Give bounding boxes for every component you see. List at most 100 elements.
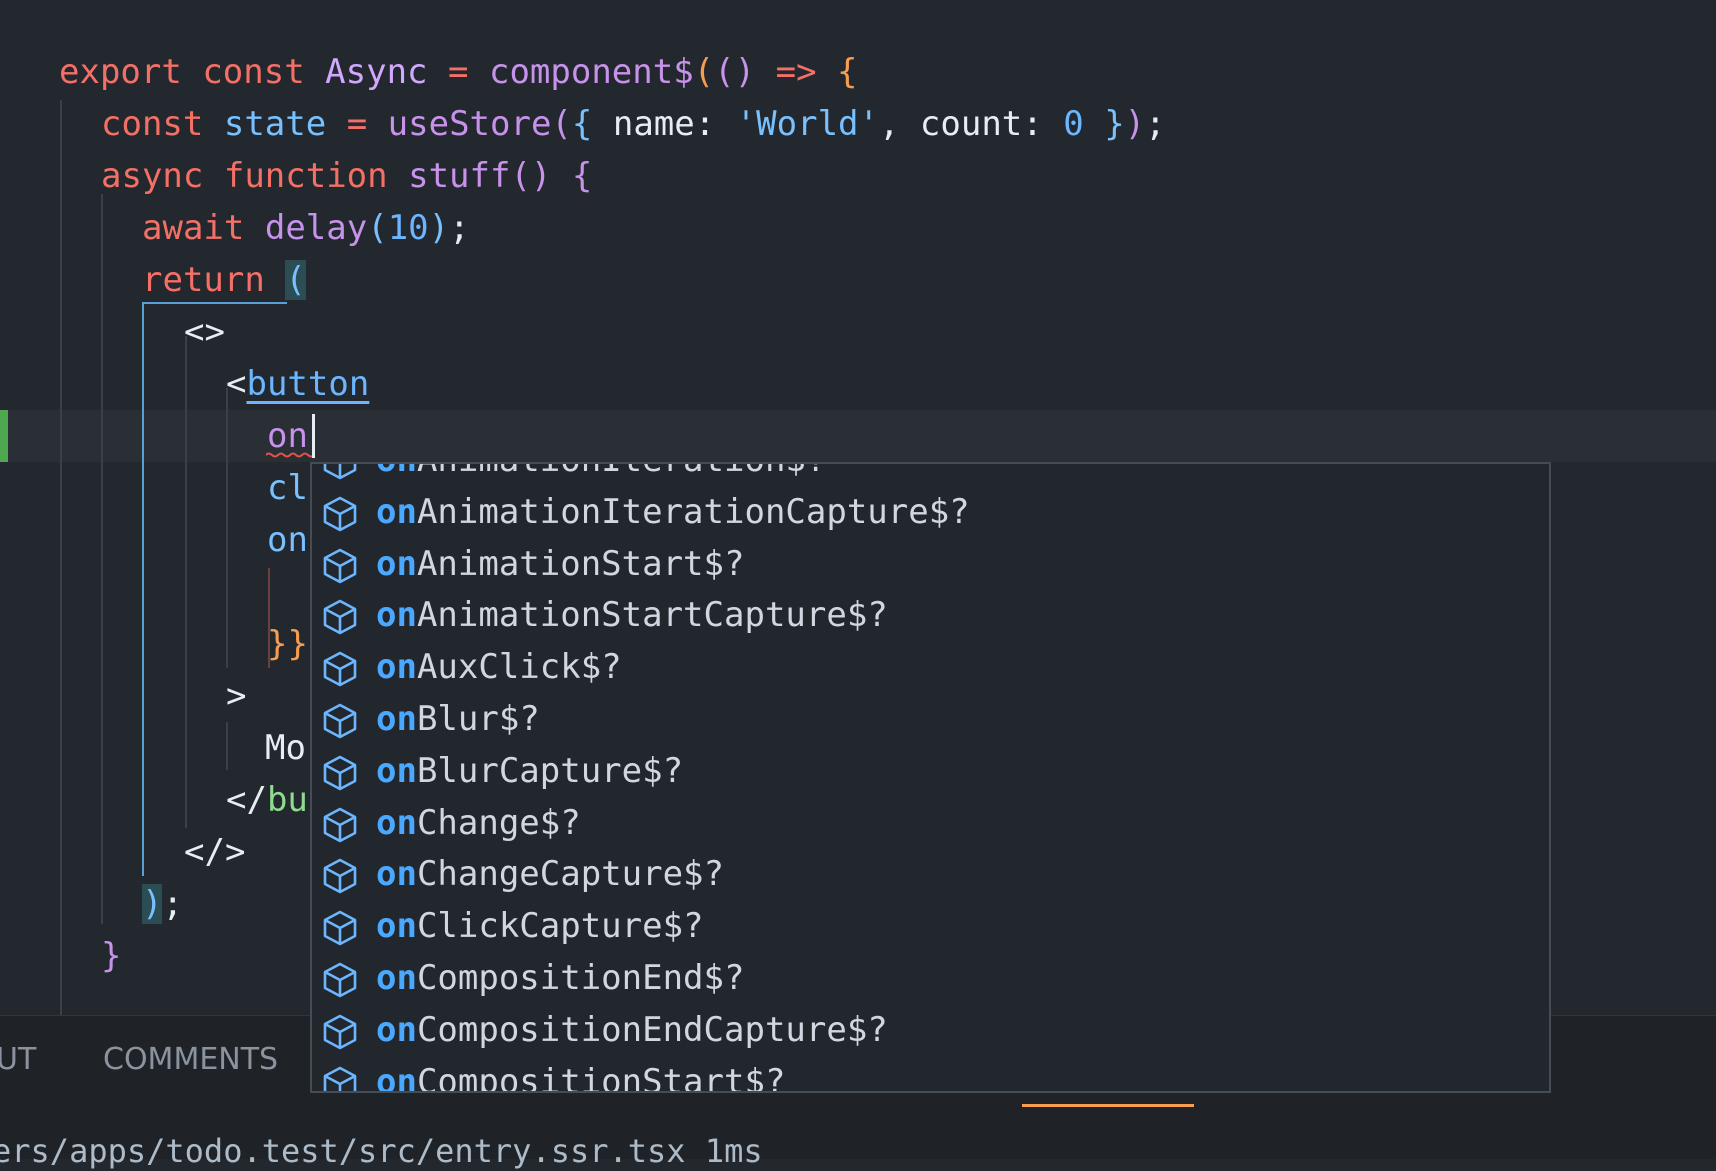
suggest-item[interactable]: onChange$? [312,797,1549,849]
indent-guide [185,336,187,828]
code-line[interactable]: }} [267,618,308,670]
suggest-item-label: onClickCapture$? [376,900,704,952]
cube-icon [320,494,360,534]
suggest-item-rest: ClickCapture$? [416,906,704,947]
suggest-item[interactable]: onBlurCapture$? [312,745,1549,797]
timing: 1ms [704,1132,763,1170]
suggest-match-highlight: on [376,491,417,532]
suggest-item[interactable]: onAnimationStartCapture$? [312,589,1549,641]
code-line[interactable]: } [101,930,121,982]
code-token: component$ [488,52,694,92]
code-token: { [571,104,593,144]
cube-icon [320,753,360,793]
code-line[interactable]: cl [267,462,308,514]
tab-output[interactable]: UT [0,1040,36,1080]
suggest-item[interactable]: onCompositionEnd$? [312,952,1549,1004]
code-token: ( [693,52,715,92]
code-token: const [202,52,305,92]
suggest-item-rest: AuxClick$? [416,647,622,688]
cube-icon [320,908,360,948]
code-line[interactable]: const state = useStore({ name: 'World', … [101,98,1166,150]
suggest-item-rest: Change$? [416,802,581,843]
code-token: async [101,156,204,196]
suggest-match-highlight: on [376,1009,417,1050]
code-token: return [142,260,265,300]
suggest-item[interactable]: onAnimationIteration$? [312,464,1549,486]
suggest-item[interactable]: onChangeCapture$? [312,848,1549,900]
suggest-item-rest: BlurCapture$? [416,750,684,791]
suggest-match-highlight: on [376,699,417,739]
suggest-match-highlight: on [376,906,417,947]
code-token: <> [184,312,225,352]
suggest-item-rest: AnimationIterationCapture$? [416,491,970,532]
code-token: function [223,156,388,196]
indent-guide [226,722,228,770]
suggest-item-rest: Blur$? [416,699,540,739]
suggest-match-highlight: on [376,595,417,636]
suggest-item[interactable]: onAnimationIterationCapture$? [312,486,1549,538]
cube-icon [320,960,360,1000]
code-token: </ [226,780,267,820]
cube-icon [320,597,360,637]
suggest-item[interactable]: onClickCapture$? [312,900,1549,952]
code-line[interactable]: export const Async = component$(() => { [59,46,858,98]
suggest-item-label: onBlurCapture$? [376,745,683,797]
code-token: { [571,156,593,196]
cube-icon [320,649,360,689]
code-token: useStore [387,104,552,144]
code-token: ) [142,884,163,924]
suggest-item-label: onAnimationStartCapture$? [376,589,888,641]
suggest-item[interactable]: onCompositionEndCapture$? [312,1004,1549,1056]
suggest-item[interactable]: onCompositionStart$? [312,1056,1549,1093]
code-token: ( [285,260,306,300]
terminal-output-line: ers/apps/todo.test/src/entry.ssr.tsx 1ms [0,1131,763,1171]
code-line[interactable]: <button [226,358,369,410]
indent-guide [101,194,103,924]
suggest-item[interactable]: onAnimationStart$? [312,538,1549,590]
suggest-item[interactable]: onAuxClick$? [312,641,1549,693]
code-line[interactable]: async function stuff() { [101,150,592,202]
code-token: export [59,52,182,92]
tab-comments[interactable]: COMMENTS [103,1040,278,1080]
code-token: delay [264,208,368,248]
suggest-item-label: onChange$? [376,797,581,849]
suggest-item-rest: ChangeCapture$? [416,854,724,895]
suggest-item-rest: AnimationIteration$? [417,464,826,480]
code-line[interactable]: on [267,514,308,566]
code-token: ( [367,208,388,248]
code-token: name: [592,104,736,144]
code-line[interactable]: </> [184,826,245,878]
code-token: on [267,416,308,456]
code-token: ; [162,884,183,924]
code-line[interactable]: await delay(10); [142,202,470,254]
active-tab-indicator [1022,1104,1194,1107]
indent-guide [60,100,62,1015]
suggest-match-highlight: on [376,543,417,584]
code-token: , count: [878,104,1064,144]
code-token: state [223,104,327,144]
suggest-widget[interactable]: onAnimationIteration$?onAnimationIterati… [310,462,1551,1093]
code-token: } [1104,104,1125,144]
code-line[interactable]: </bu [226,774,308,826]
code-token: button [246,364,370,404]
code-token: < [226,364,247,404]
suggest-item-label: onAnimationIterationCapture$? [376,486,970,538]
code-token: Async [325,52,428,92]
code-line[interactable]: ); [142,878,183,930]
code-token: }} [267,624,308,664]
code-line[interactable]: > [226,670,246,722]
code-line[interactable]: <> [184,306,225,358]
suggest-item-label: onCompositionEndCapture$? [376,1004,888,1056]
code-line[interactable]: Mo [265,722,306,774]
cube-icon [320,1012,360,1052]
suggest-match-highlight: on [376,1061,417,1093]
current-line-highlight [0,410,1716,462]
code-token: => [775,52,817,92]
suggest-item[interactable]: onBlur$? [312,693,1549,745]
code-line[interactable]: return ( [142,254,306,306]
bracket-guide [142,302,144,876]
